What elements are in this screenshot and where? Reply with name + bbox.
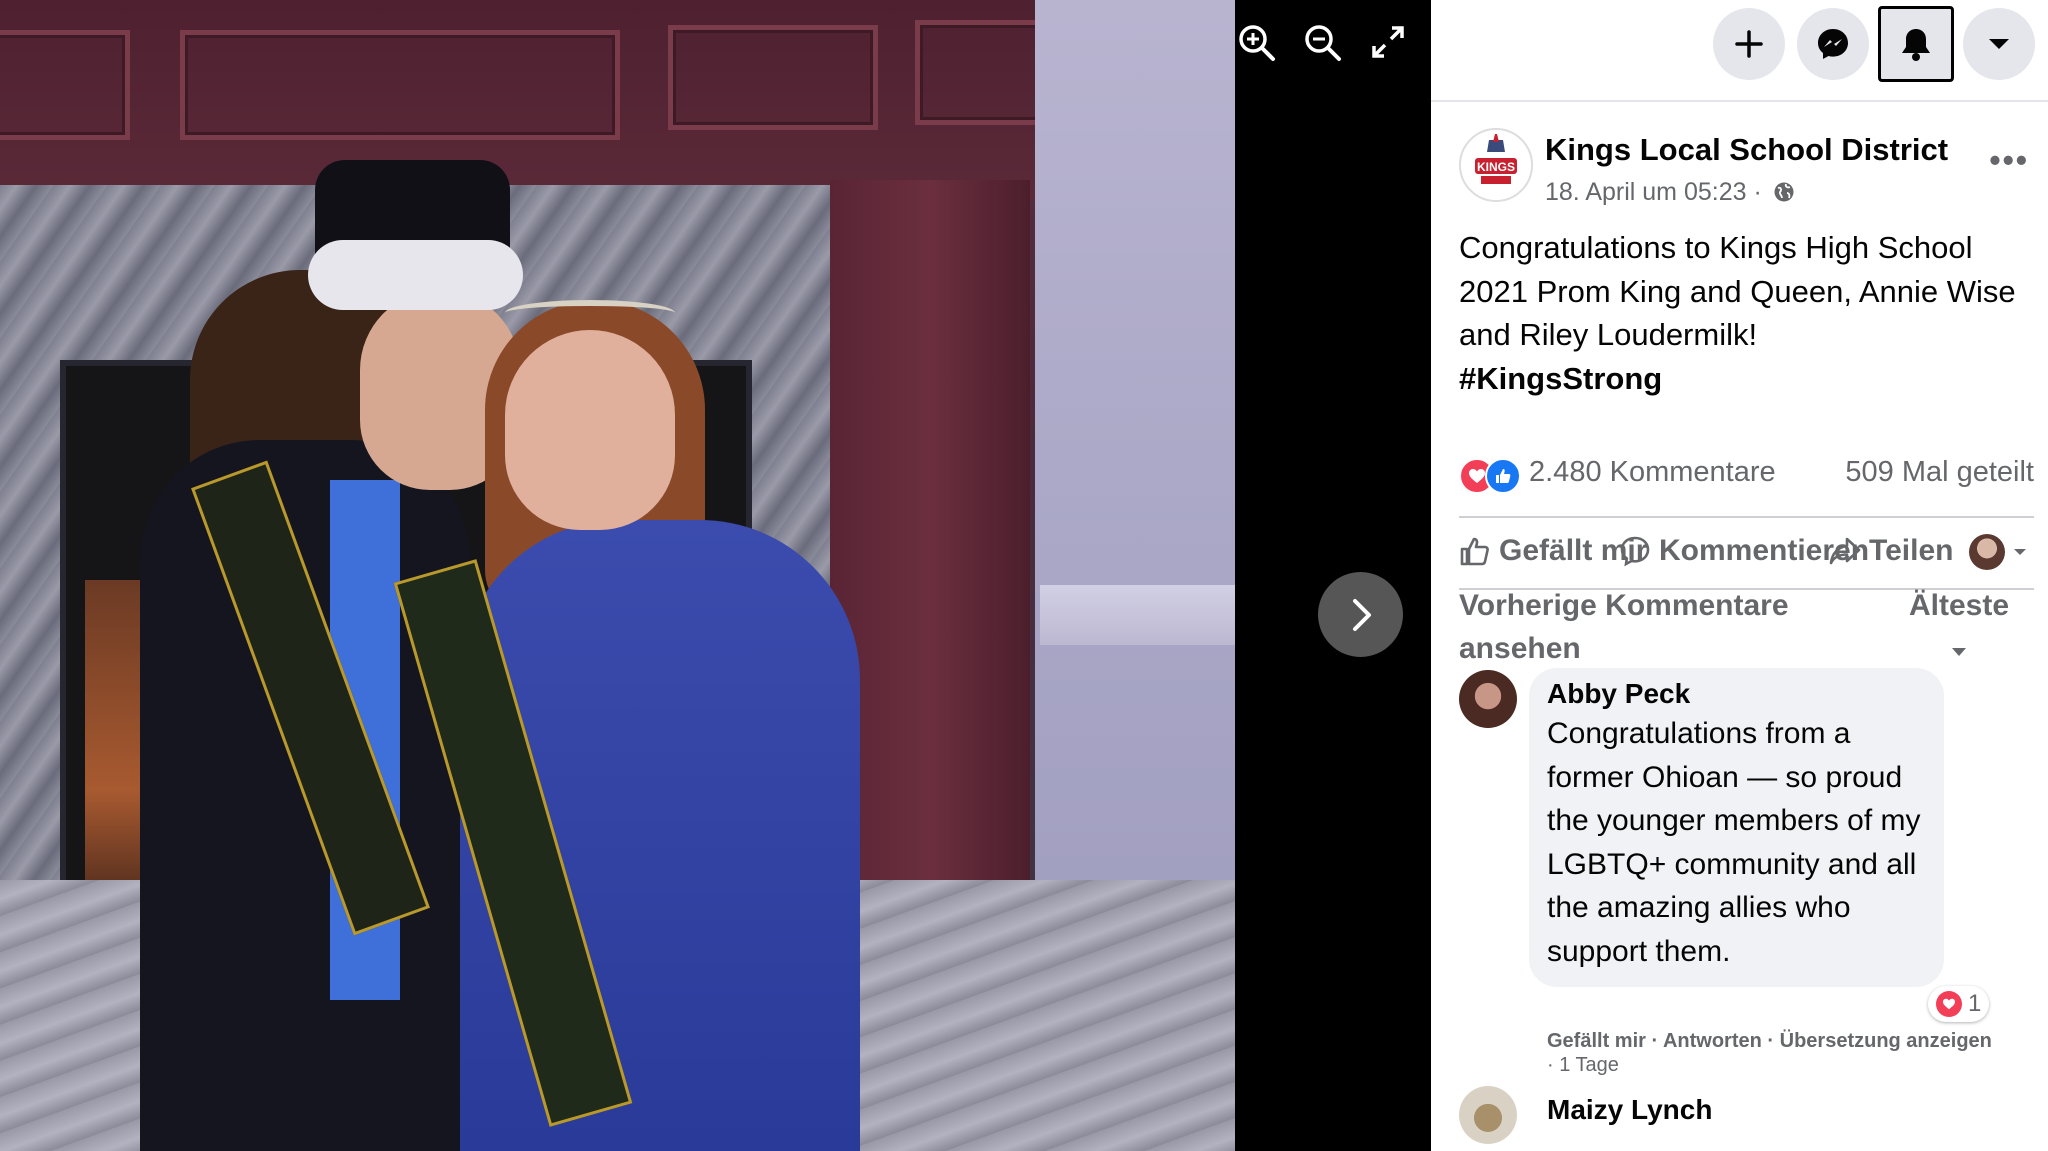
like-reaction-icon	[1485, 458, 1521, 494]
person-face	[505, 330, 675, 530]
reaction-summary[interactable]	[1459, 458, 1521, 494]
caret-down-icon	[2014, 549, 2026, 555]
comment-bubble-icon	[1620, 536, 1650, 567]
share-button[interactable]: Teilen	[1829, 534, 1953, 568]
hashtag-link[interactable]: #KingsStrong	[1459, 361, 1662, 396]
comment-like-link[interactable]: Gefällt mir	[1547, 1030, 1646, 1052]
messenger-icon	[1818, 29, 1848, 59]
account-menu-button[interactable]	[1963, 8, 2035, 80]
post-message: Congratulations to Kings High School 202…	[1459, 226, 2019, 400]
wood-pillar	[830, 180, 1030, 940]
translate-link[interactable]: Übersetzung anzeigen	[1780, 1030, 1992, 1052]
comment-author[interactable]: Abby Peck	[1547, 678, 1926, 710]
comment-reply-link[interactable]: Antworten	[1663, 1030, 1762, 1052]
logo-text: KINGS	[1477, 160, 1515, 174]
wood-panel-molding	[180, 30, 620, 140]
comment-actions: Gefällt mir · Antworten · Übersetzung an…	[1547, 1030, 1992, 1052]
tiara	[505, 300, 675, 326]
viewer-controls	[1236, 20, 1408, 64]
caret-down-icon	[1989, 39, 2009, 49]
next-photo-button[interactable]	[1318, 572, 1403, 657]
plus-icon	[1735, 30, 1763, 58]
comment-reaction-badge[interactable]: 1	[1928, 986, 1990, 1022]
timestamp-text[interactable]: 18. April um 05:23 ·	[1545, 178, 1762, 206]
more-options-button[interactable]: •••	[1989, 142, 2029, 179]
post-sidebar: KINGS Kings Local School District 18. Ap…	[1431, 0, 2048, 1151]
photo-viewer	[0, 0, 1430, 1151]
wood-panel-molding	[668, 25, 878, 130]
comment-age[interactable]: · 1 Tage	[1547, 1054, 1619, 1077]
notifications-button[interactable]	[1878, 6, 1954, 82]
zoom-out-icon[interactable]	[1302, 20, 1342, 64]
thumbs-up-icon	[1460, 537, 1489, 566]
messenger-button[interactable]	[1797, 8, 1869, 80]
post-stats: 2.480 Kommentare 509 Mal geteilt	[1459, 456, 2034, 496]
post-header: KINGS Kings Local School District 18. Ap…	[1459, 128, 2029, 218]
user-avatar	[1969, 534, 2005, 570]
page-avatar[interactable]: KINGS	[1459, 128, 1533, 202]
comment-sort-dropdown[interactable]: Älteste	[1909, 584, 2009, 670]
post-actions: Gefällt mir Kommentieren Teilen	[1459, 528, 2034, 578]
zoom-in-icon[interactable]	[1236, 20, 1276, 64]
share-label: Teilen	[1869, 534, 1954, 567]
comment-text: Congratulations from a former Ohioan — s…	[1547, 717, 1921, 968]
commenter-avatar[interactable]	[1459, 670, 1517, 728]
wood-panel-molding	[0, 30, 130, 140]
share-arrow-icon	[1829, 537, 1861, 565]
create-button[interactable]	[1713, 8, 1785, 80]
comments-count[interactable]: 2.480 Kommentare	[1529, 456, 1776, 489]
globe-icon	[1774, 182, 1794, 202]
reaction-count: 1	[1968, 990, 1982, 1017]
post-timestamp: 18. April um 05:23 ·	[1545, 178, 1795, 207]
view-previous-comments-link[interactable]: Vorherige Kommentare ansehen	[1459, 584, 1879, 670]
comment-author[interactable]: Maizy Lynch	[1547, 1094, 1712, 1126]
post-as-selector[interactable]	[1969, 534, 2027, 570]
love-reaction-icon	[1936, 991, 1962, 1017]
chair-rail	[1040, 585, 1235, 645]
comment-bubble: Abby Peck Congratulations from a former …	[1529, 668, 1944, 987]
caret-down-icon	[1952, 648, 1967, 656]
sort-label: Älteste	[1909, 589, 2010, 622]
bell-icon	[1902, 29, 1930, 61]
commenter-avatar[interactable]	[1459, 1086, 1517, 1144]
divider	[1459, 516, 2034, 518]
page-name[interactable]: Kings Local School District	[1545, 132, 1948, 168]
chevron-right-icon	[1352, 598, 1371, 631]
fullscreen-icon[interactable]	[1368, 20, 1408, 64]
post-body-text: Congratulations to Kings High School 202…	[1459, 230, 2016, 352]
top-bar	[1431, 0, 2048, 102]
kings-logo-icon: KINGS	[1462, 131, 1530, 199]
post-photo	[0, 0, 1235, 1151]
crown-fur	[308, 240, 523, 310]
shares-count[interactable]: 509 Mal geteilt	[1845, 456, 2034, 489]
